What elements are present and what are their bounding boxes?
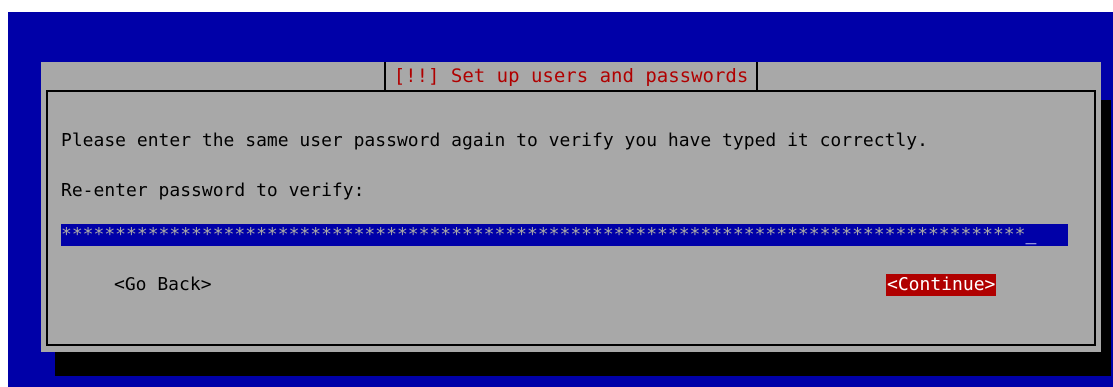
dialog-title: [!!] Set up users and passwords <box>383 62 759 90</box>
continue-button[interactable]: <Continue> <box>886 274 997 296</box>
text-cursor: _ <box>1025 224 1037 245</box>
go-back-button[interactable]: <Go Back> <box>114 274 212 296</box>
password-verify-input[interactable]: ****************************************… <box>61 224 1068 246</box>
dialog-message: Please enter the same user password agai… <box>61 130 928 151</box>
dialog-frame <box>46 90 1096 346</box>
password-masked-value: ****************************************… <box>61 224 1026 245</box>
title-wrap: [!!] Set up users and passwords <box>41 62 1101 104</box>
installer-dialog: [!!] Set up users and passwords Please e… <box>41 62 1101 352</box>
password-prompt-label: Re-enter password to verify: <box>61 180 365 201</box>
installer-screen: [!!] Set up users and passwords Please e… <box>8 12 1113 387</box>
